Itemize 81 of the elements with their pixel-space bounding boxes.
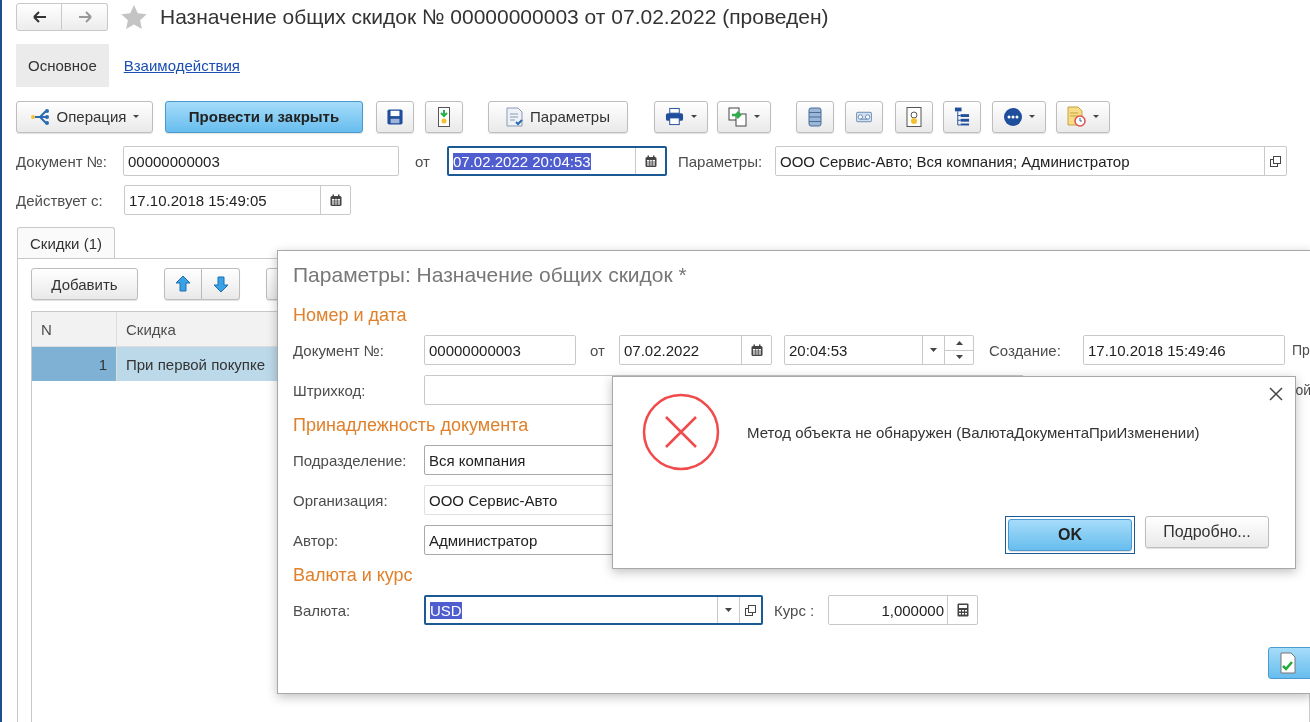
section-link[interactable]: Взаимодействия <box>123 44 240 87</box>
more-icon <box>1003 107 1022 126</box>
up-arrow-icon <box>175 275 191 293</box>
dropdown-field[interactable]: USD <box>424 595 763 625</box>
list-button[interactable] <box>796 100 834 133</box>
post-and-close-button[interactable]: Провести и закрыть <box>165 100 363 133</box>
close-button[interactable] <box>1269 387 1283 401</box>
section-heading: Номер и дата <box>293 303 407 327</box>
window-title: Назначение общих скидок № 00000000003 от 07.02.2022 (проведен) <box>160 5 829 29</box>
move-up-button[interactable] <box>164 268 202 300</box>
branch-icon <box>29 106 50 127</box>
caret-icon <box>725 608 732 612</box>
column-header[interactable]: Скидка <box>117 312 185 346</box>
move-down-button[interactable] <box>202 268 240 300</box>
field-label: Подразделение: <box>293 451 408 469</box>
field-label: Штрихкод: <box>293 381 367 399</box>
field-label: Автор: <box>293 531 340 549</box>
tape-button[interactable] <box>845 100 883 133</box>
up-caret-icon <box>955 340 963 345</box>
date-field[interactable]: 07.02.2022 <box>619 335 772 365</box>
calendar-icon <box>750 343 763 357</box>
date-field[interactable]: 17.10.2018 15:49:05 <box>124 185 351 215</box>
calendar-icon <box>644 154 657 168</box>
field-label: от <box>415 152 431 170</box>
open-window-icon <box>745 604 756 616</box>
input-field[interactable]: 1,000000 <box>828 595 978 625</box>
more-button[interactable] <box>992 100 1046 133</box>
input-field[interactable]: ООО Сервис-Авто; Вся компания; Администратор <box>775 146 1287 176</box>
exchange-button[interactable] <box>717 100 771 133</box>
table-cell: 1 <box>32 347 117 381</box>
parameters-button[interactable]: Параметры <box>488 100 628 133</box>
back-arrow-icon <box>31 10 47 24</box>
field-label: Параметры: <box>678 152 764 170</box>
field-label: Валюта: <box>293 601 352 619</box>
field-label: Документ №: <box>16 152 108 170</box>
confirm-button[interactable] <box>1268 647 1310 679</box>
move-button[interactable] <box>425 100 463 133</box>
tree-icon <box>954 106 970 127</box>
section-tab[interactable]: Основное <box>16 44 109 87</box>
printer-icon <box>665 107 684 126</box>
details-button[interactable]: Подробно... <box>1145 516 1269 548</box>
section-heading: Валюта и курс <box>293 563 413 587</box>
error-message: Метод объекта не обнаружен (ВалютаДокументаПриИзменении) <box>747 423 1200 441</box>
spinner-button[interactable] <box>944 336 973 364</box>
error-icon <box>642 393 720 471</box>
print-button[interactable] <box>654 100 708 133</box>
input-field[interactable]: 17.10.2018 15:49:46 <box>1083 335 1285 365</box>
time-field[interactable]: 20:04:53 <box>784 335 974 365</box>
structure-button[interactable] <box>943 100 981 133</box>
document-clock-icon <box>1067 106 1086 127</box>
back-button[interactable] <box>16 3 62 31</box>
dialog-title: Параметры: Назначение общих скидок * <box>293 263 688 288</box>
close-icon <box>1269 387 1283 401</box>
field-label: Организация: <box>293 491 389 509</box>
down-caret-icon <box>955 355 963 360</box>
report-button[interactable] <box>1056 100 1110 133</box>
input-field[interactable]: 00000000003 <box>123 146 399 176</box>
section-heading: Принадлежность документа <box>293 413 529 437</box>
field-label: ой <box>1295 382 1310 398</box>
open-window-icon <box>1270 155 1281 167</box>
calculator-icon <box>956 603 969 617</box>
ok-button[interactable]: OK <box>1008 519 1132 551</box>
calendar-icon <box>329 193 342 207</box>
card-icon <box>906 106 922 127</box>
document-check-icon <box>1280 652 1296 674</box>
save-button[interactable] <box>376 100 414 133</box>
column-header[interactable]: N <box>32 312 117 346</box>
add-button[interactable]: Добавить <box>31 268 138 300</box>
field-label: Действует с: <box>16 191 104 209</box>
tab[interactable]: Скидки (1) <box>17 227 115 258</box>
field-label: Курс : <box>774 601 816 619</box>
forward-arrow-icon <box>77 10 92 24</box>
input-field[interactable]: 00000000003 <box>424 335 576 365</box>
card-button[interactable] <box>895 100 933 133</box>
list-icon <box>808 106 822 127</box>
documents-arrow-icon <box>728 106 747 127</box>
document-check-icon <box>506 106 523 127</box>
down-arrow-icon <box>212 275 229 293</box>
date-field[interactable]: 07.02.2022 20:04:53 <box>447 146 667 176</box>
operation-button[interactable]: Операция <box>16 100 153 133</box>
star-icon[interactable] <box>120 4 148 30</box>
